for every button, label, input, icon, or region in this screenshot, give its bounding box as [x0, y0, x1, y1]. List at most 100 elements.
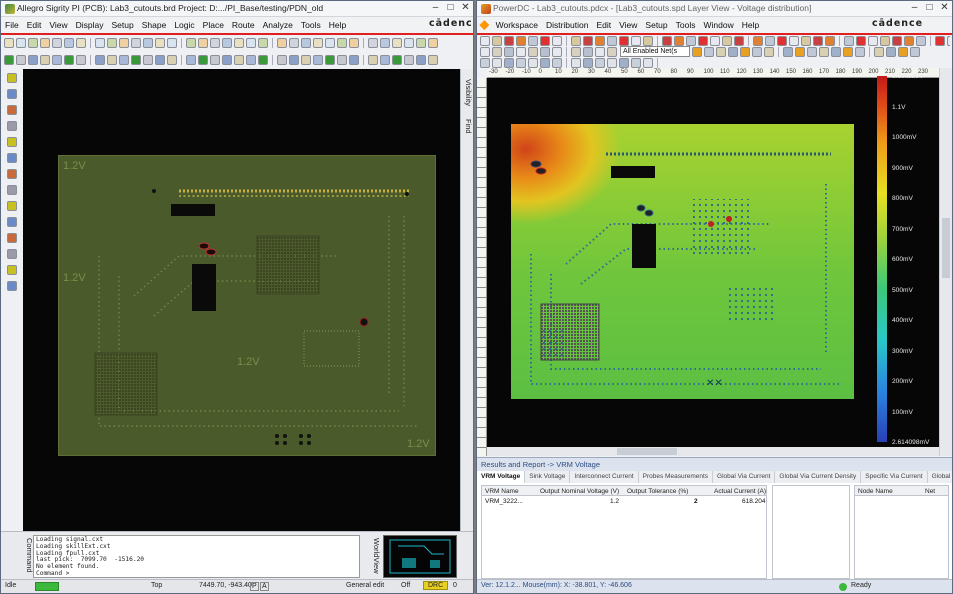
toolbar-button-icon[interactable]: [7, 73, 17, 83]
toolbar-button-icon[interactable]: [789, 36, 799, 46]
toolbar-button-icon[interactable]: [52, 54, 62, 65]
menu-setup[interactable]: Setup: [641, 20, 671, 30]
tab-global-pl[interactable]: Global Pl: [928, 471, 952, 483]
toolbar-button-icon[interactable]: [728, 46, 738, 57]
status-a-toggle[interactable]: A: [260, 582, 269, 591]
toolbar-button-icon[interactable]: [619, 36, 629, 46]
toolbar-button-icon[interactable]: [571, 36, 581, 46]
toolbar-button-icon[interactable]: [504, 58, 514, 68]
menu-edit[interactable]: Edit: [23, 20, 46, 30]
toolbar-button-icon[interactable]: [480, 36, 490, 46]
toolbar-button-icon[interactable]: [380, 54, 390, 65]
col-output-tolerance[interactable]: Output Tolerance (%): [627, 488, 688, 495]
toolbar-button-icon[interactable]: [807, 46, 817, 57]
toolbar-button-icon[interactable]: [595, 58, 605, 68]
toolbar-button-icon[interactable]: [7, 89, 17, 99]
toolbar-button-icon[interactable]: [7, 137, 17, 147]
menu-help[interactable]: Help: [325, 20, 350, 30]
tab-global-via-current-density[interactable]: Global Via Current Density: [775, 471, 862, 483]
toolbar-button-icon[interactable]: [95, 54, 105, 65]
vertical-scrollbar[interactable]: [939, 68, 952, 456]
toolbar-button-icon[interactable]: [416, 37, 426, 48]
toolbar-button-icon[interactable]: [492, 46, 502, 57]
worldview-minimap[interactable]: [383, 535, 457, 578]
toolbar-button-icon[interactable]: [4, 54, 14, 65]
toolbar-button-icon[interactable]: [516, 46, 526, 57]
toolbar-button-icon[interactable]: [904, 36, 914, 46]
toolbar-button-icon[interactable]: [552, 46, 562, 57]
toolbar-button-icon[interactable]: [583, 58, 593, 68]
toolbar-button-icon[interactable]: [7, 249, 17, 259]
toolbar-button-icon[interactable]: [16, 54, 26, 65]
toolbar-button-icon[interactable]: [880, 36, 890, 46]
workspace-icon[interactable]: 🔶: [477, 20, 492, 31]
toolbar-button-icon[interactable]: [819, 46, 829, 57]
toolbar-button-icon[interactable]: [143, 37, 153, 48]
toolbar-button-icon[interactable]: [4, 37, 14, 48]
toolbar-button-icon[interactable]: [380, 37, 390, 48]
toolbar-button-icon[interactable]: [631, 58, 641, 68]
toolbar-button-icon[interactable]: [540, 36, 550, 46]
toolbar-button-icon[interactable]: [480, 46, 490, 57]
toolbar-button-icon[interactable]: [186, 54, 196, 65]
col-net[interactable]: Net: [925, 488, 935, 495]
toolbar-button-icon[interactable]: [167, 54, 177, 65]
find-tab[interactable]: Find: [464, 119, 473, 134]
toolbar-button-icon[interactable]: [301, 54, 311, 65]
tab-global-via-current[interactable]: Global Via Current: [713, 471, 776, 483]
menu-tools[interactable]: Tools: [672, 20, 700, 30]
toolbar-button-icon[interactable]: [7, 169, 17, 179]
status-p-toggle[interactable]: P: [250, 582, 259, 591]
toolbar-button-icon[interactable]: [52, 37, 62, 48]
toolbar-button-icon[interactable]: [76, 37, 86, 48]
menu-edit[interactable]: Edit: [592, 20, 615, 30]
toolbar-button-icon[interactable]: [504, 36, 514, 46]
toolbar-button-icon[interactable]: [7, 185, 17, 195]
scrollbar-thumb[interactable]: [942, 218, 950, 278]
close-icon[interactable]: ✕: [937, 1, 952, 16]
menu-setup[interactable]: Setup: [108, 20, 138, 30]
toolbar-button-icon[interactable]: [107, 54, 117, 65]
toolbar-button-icon[interactable]: [516, 58, 526, 68]
toolbar-button-icon[interactable]: [480, 58, 490, 68]
visibility-tab[interactable]: Visibility: [464, 79, 473, 106]
toolbar-button-icon[interactable]: [404, 54, 414, 65]
toolbar-button-icon[interactable]: [234, 37, 244, 48]
toolbar-button-icon[interactable]: [337, 37, 347, 48]
toolbar-button-icon[interactable]: [40, 37, 50, 48]
toolbar-button-icon[interactable]: [7, 265, 17, 275]
toolbar-button-icon[interactable]: [516, 36, 526, 46]
toolbar-button-icon[interactable]: [492, 58, 502, 68]
menu-route[interactable]: Route: [228, 20, 259, 30]
toolbar-button-icon[interactable]: [368, 37, 378, 48]
toolbar-button-icon[interactable]: [740, 46, 750, 57]
menu-tools[interactable]: Tools: [297, 20, 325, 30]
toolbar-button-icon[interactable]: [222, 54, 232, 65]
toolbar-button-icon[interactable]: [898, 46, 908, 57]
toolbar-button-icon[interactable]: [765, 36, 775, 46]
toolbar-button-icon[interactable]: [349, 54, 359, 65]
toolbar-button-icon[interactable]: [392, 37, 402, 48]
col-node-name[interactable]: Node Name: [858, 488, 893, 495]
toolbar-button-icon[interactable]: [186, 37, 196, 48]
toolbar-button-icon[interactable]: [40, 54, 50, 65]
toolbar-button-icon[interactable]: [289, 54, 299, 65]
toolbar-button-icon[interactable]: [7, 121, 17, 131]
toolbar-button-icon[interactable]: [801, 36, 811, 46]
toolbar-button-icon[interactable]: [571, 46, 581, 57]
toolbar-button-icon[interactable]: [916, 36, 926, 46]
toolbar-button-icon[interactable]: [764, 46, 774, 57]
tab-sink-voltage[interactable]: Sink Voltage: [525, 471, 571, 483]
toolbar-button-icon[interactable]: [7, 217, 17, 227]
toolbar-button-icon[interactable]: [540, 46, 550, 57]
table-row[interactable]: VRM_3222... 1.2 2 618.204: [482, 496, 766, 506]
toolbar-button-icon[interactable]: [28, 37, 38, 48]
toolbar-button-icon[interactable]: [583, 36, 593, 46]
menu-window[interactable]: Window: [699, 20, 737, 30]
toolbar-button-icon[interactable]: [492, 36, 502, 46]
toolbar-button-icon[interactable]: [155, 54, 165, 65]
toolbar-button-icon[interactable]: [540, 58, 550, 68]
toolbar-button-icon[interactable]: [698, 36, 708, 46]
toolbar-button-icon[interactable]: [131, 37, 141, 48]
toolbar-button-icon[interactable]: [7, 201, 17, 211]
